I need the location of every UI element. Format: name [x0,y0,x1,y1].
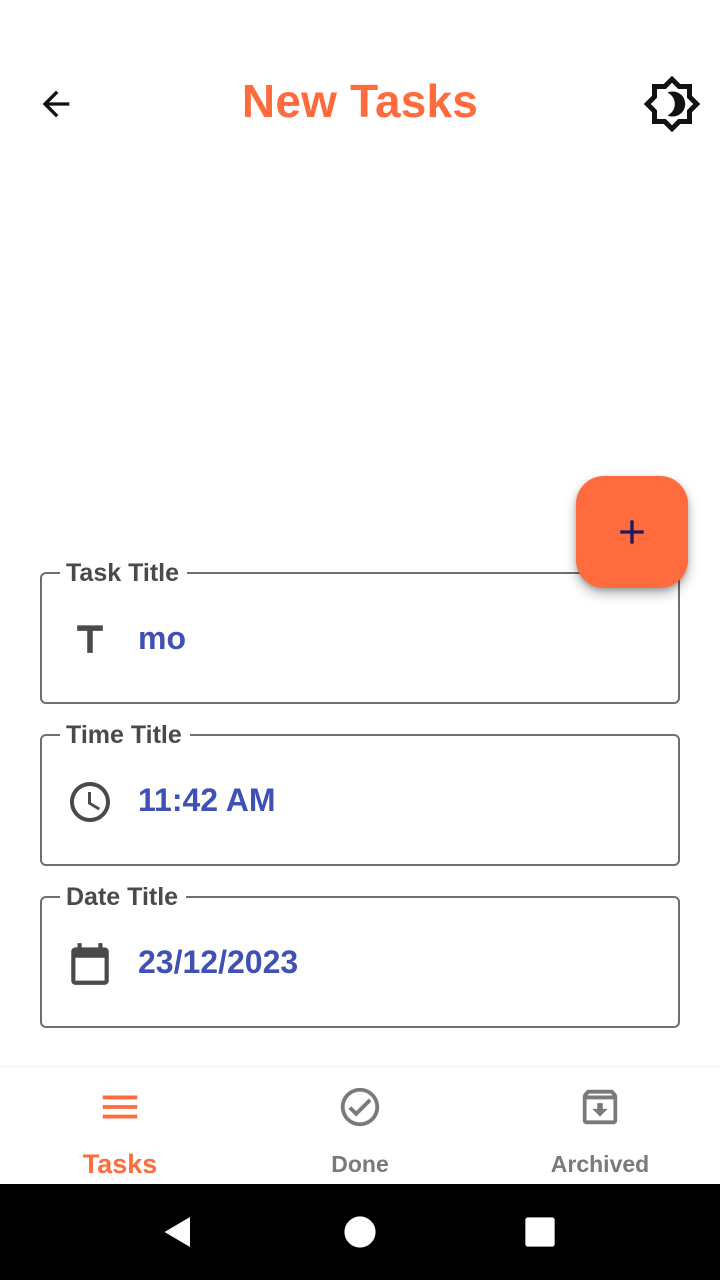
system-back-button[interactable] [146,1200,210,1264]
brightness-icon [643,75,701,133]
theme-toggle-button[interactable] [640,72,704,136]
check-circle-icon [240,1085,480,1129]
plus-icon [620,520,644,544]
circle-home-icon [344,1216,376,1248]
time-title-label: Time Title [60,720,190,750]
app-root: New Tasks Task Title mo Time Title 11:42… [0,0,720,1280]
title-icon [64,614,116,666]
nav-label-archived: Archived [550,1151,650,1177]
page-title: New Tasks [241,75,479,127]
archive-icon [480,1085,720,1129]
task-title-field[interactable]: Task Title mo [40,558,680,704]
date-input[interactable]: 23/12/2023 [138,942,298,982]
task-title-label: Task Title [60,558,188,588]
triangle-back-icon [164,1217,190,1247]
nav-item-done[interactable]: Done [240,1067,480,1185]
calendar-icon [64,938,116,990]
menu-icon [0,1085,240,1129]
bottom-navigation: Tasks Done Archived [0,1066,720,1184]
time-title-field[interactable]: Time Title 11:42 AM [40,720,680,866]
date-title-field[interactable]: Date Title 23/12/2023 [40,882,680,1028]
add-task-fab[interactable] [576,476,688,588]
nav-label-done: Done [331,1151,389,1177]
date-title-label: Date Title [60,882,187,912]
clock-icon [64,776,116,828]
system-navigation-bar [0,1184,720,1280]
task-title-input[interactable]: mo [138,618,186,658]
time-input[interactable]: 11:42 AM [138,780,276,820]
app-bar: New Tasks [0,48,720,160]
square-recents-icon [525,1217,555,1247]
nav-label-tasks: Tasks [82,1149,158,1179]
system-home-button[interactable] [328,1200,392,1264]
nav-item-tasks[interactable]: Tasks [0,1067,240,1185]
nav-item-archived[interactable]: Archived [480,1067,720,1185]
system-recents-button[interactable] [508,1200,572,1264]
